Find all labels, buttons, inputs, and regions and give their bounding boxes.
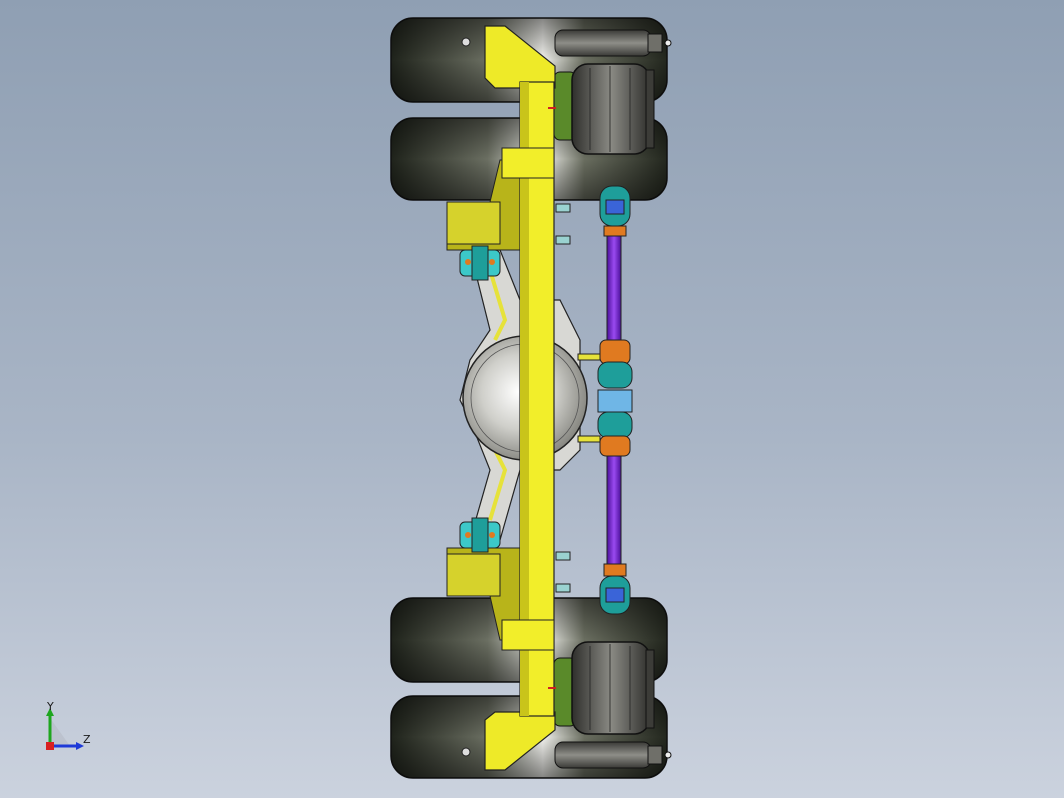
axis-z-label: Z — [83, 733, 91, 746]
air-spring-top[interactable] — [553, 63, 655, 155]
tie-rod-lower[interactable] — [606, 447, 622, 569]
u-bolt-clamp-bottom[interactable] — [459, 517, 501, 553]
coordinate-triad-icon: Y Z — [40, 700, 100, 760]
shock-absorber-bottom[interactable] — [554, 741, 672, 769]
rod-end-joint-bottom[interactable] — [599, 563, 631, 615]
cad-viewport[interactable] — [0, 0, 1064, 798]
rod-end-joint-top[interactable] — [599, 185, 631, 237]
axis-y-label: Y — [47, 700, 54, 713]
tie-rod-upper[interactable] — [606, 224, 622, 346]
u-bolt-clamp-top[interactable] — [459, 245, 501, 281]
shock-absorber-top[interactable] — [554, 29, 672, 57]
